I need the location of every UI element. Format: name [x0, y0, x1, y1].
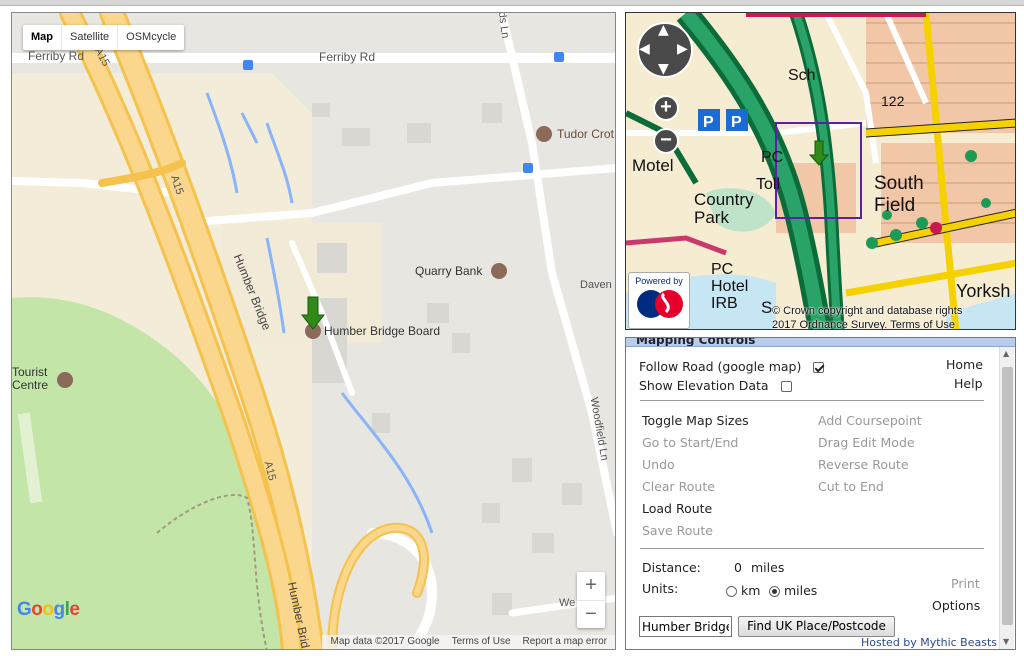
google-zoom-in-button[interactable]: + [577, 572, 605, 600]
help-link[interactable]: Help [954, 376, 983, 391]
pan-right-icon[interactable]: ▶ [677, 41, 688, 57]
unit-km-option[interactable]: km [726, 583, 760, 598]
os-label-motel: Motel [632, 156, 674, 175]
distance-label: Distance: [642, 560, 701, 575]
unit-miles-radio[interactable] [769, 586, 780, 597]
options-link[interactable]: Options [932, 598, 980, 613]
unit-km-radio[interactable] [726, 586, 737, 597]
report-map-error-link[interactable]: Report a map error [523, 635, 607, 649]
divider-1 [640, 400, 984, 401]
scroll-up-icon[interactable]: ▲ [1003, 349, 1009, 358]
svg-text:P: P [731, 114, 742, 131]
powered-by-os-badge[interactable]: Powered by [628, 272, 690, 329]
os-label-country-park: Country Park [694, 190, 754, 227]
pan-left-icon[interactable]: ◀ [639, 41, 650, 57]
follow-road-row: Follow Road (google map) [639, 359, 825, 374]
clear-route-action[interactable]: Clear Route [642, 479, 715, 494]
label-daven: Daven [580, 279, 612, 291]
print-link[interactable]: Print [951, 576, 980, 591]
os-logo-icon [637, 290, 683, 318]
os-zoom-in-button[interactable]: + [653, 95, 679, 121]
drag-edit-mode-action[interactable]: Drag Edit Mode [818, 435, 915, 450]
map-type-map[interactable]: Map [23, 25, 61, 50]
save-route-action[interactable]: Save Route [642, 523, 713, 538]
os-pan-control: ▲ ▼ ◀ ▶ [636, 21, 694, 79]
browser-top-edge [0, 0, 1024, 6]
os-label-s: S [761, 298, 773, 317]
os-copyright: © Crown copyright and database rights 20… [772, 305, 963, 330]
panel-scrollbar[interactable]: ▲ ▼ [999, 347, 1014, 649]
label-humber-bridge-board: Humber Bridge Board [324, 324, 441, 338]
load-route-action[interactable]: Load Route [642, 501, 712, 516]
map-data-attribution: Map data ©2017 Google [330, 636, 440, 647]
pan-down-icon[interactable]: ▼ [658, 61, 669, 77]
hosted-by-link[interactable]: Hosted by Mythic Beasts [861, 636, 997, 649]
os-label-pc-top: PC [761, 149, 784, 166]
show-elevation-row: Show Elevation Data [639, 378, 792, 393]
place-search-input[interactable] [639, 616, 732, 637]
os-zoom-out-button[interactable]: − [653, 128, 679, 154]
label-tudor-croft: Tudor Crot [557, 127, 614, 141]
os-label-south-field: South Field [874, 173, 924, 216]
google-map-base [12, 13, 615, 649]
google-map[interactable]: Ferriby Rd Ferriby Rd Tudor Crot Quarry … [11, 12, 616, 650]
mapping-controls-panel: Mapping Controls Follow Road (google map… [625, 337, 1016, 650]
map-type-osmcycle[interactable]: OSMcycle [117, 25, 184, 50]
label-tourist-centre: Tourist Centre [12, 365, 49, 392]
divider-2 [640, 548, 984, 549]
add-coursepoint-action[interactable]: Add Coursepoint [818, 413, 922, 428]
undo-action[interactable]: Undo [642, 457, 675, 472]
powered-by-label: Powered by [635, 276, 683, 286]
distance-unit: miles [751, 560, 785, 575]
home-link[interactable]: Home [946, 357, 983, 372]
cut-to-end-action[interactable]: Cut to End [818, 479, 884, 494]
panel-header: Mapping Controls [626, 338, 1015, 347]
follow-road-checkbox[interactable] [813, 362, 825, 373]
show-elevation-checkbox[interactable] [780, 381, 792, 392]
label-ferriby-rd: Ferriby Rd [319, 50, 376, 64]
reverse-route-action[interactable]: Reverse Route [818, 457, 909, 472]
unit-miles-option[interactable]: miles [769, 583, 817, 598]
unit-miles-label: miles [783, 583, 818, 598]
google-footer: Map data ©2017 Google Terms of Use Repor… [322, 635, 615, 649]
svg-text:P: P [703, 114, 714, 131]
google-zoom-control: + − [577, 572, 605, 628]
os-label-pc-hotel: PC Hotel IRB [711, 261, 749, 312]
os-label-sch: Sch [788, 67, 816, 84]
map-type-satellite[interactable]: Satellite [61, 25, 117, 50]
follow-road-label: Follow Road (google map) [639, 359, 802, 374]
map-type-control: Map Satellite OSMcycle [23, 25, 185, 50]
unit-km-label: km [740, 583, 761, 598]
show-elevation-label: Show Elevation Data [639, 378, 769, 393]
terms-of-use-link[interactable]: Terms of Use [452, 635, 511, 649]
scroll-down-icon[interactable]: ▼ [1003, 637, 1009, 646]
distance-value: 0 [734, 560, 742, 575]
label-ferriby-rd-left: Ferriby Rd [28, 49, 85, 63]
scroll-thumb[interactable] [1002, 367, 1013, 625]
os-map[interactable]: P P Motel Country Park South Field PC To… [625, 12, 1016, 330]
google-zoom-out-button[interactable]: − [577, 600, 605, 628]
google-logo[interactable]: Google [17, 599, 80, 621]
label-we: We [559, 597, 576, 609]
toggle-map-sizes-action[interactable]: Toggle Map Sizes [642, 413, 749, 428]
os-label-toll: Toll [756, 176, 781, 193]
find-uk-place-button[interactable]: Find UK Place/Postcode [738, 616, 895, 637]
pan-up-icon[interactable]: ▲ [658, 22, 669, 38]
os-label-yorks: Yorksh [956, 281, 1011, 301]
label-quarry-bank: Quarry Bank [415, 264, 483, 278]
go-to-start-end-action[interactable]: Go to Start/End [642, 435, 738, 450]
units-label: Units: [642, 581, 679, 596]
os-label-122: 122 [881, 93, 905, 109]
